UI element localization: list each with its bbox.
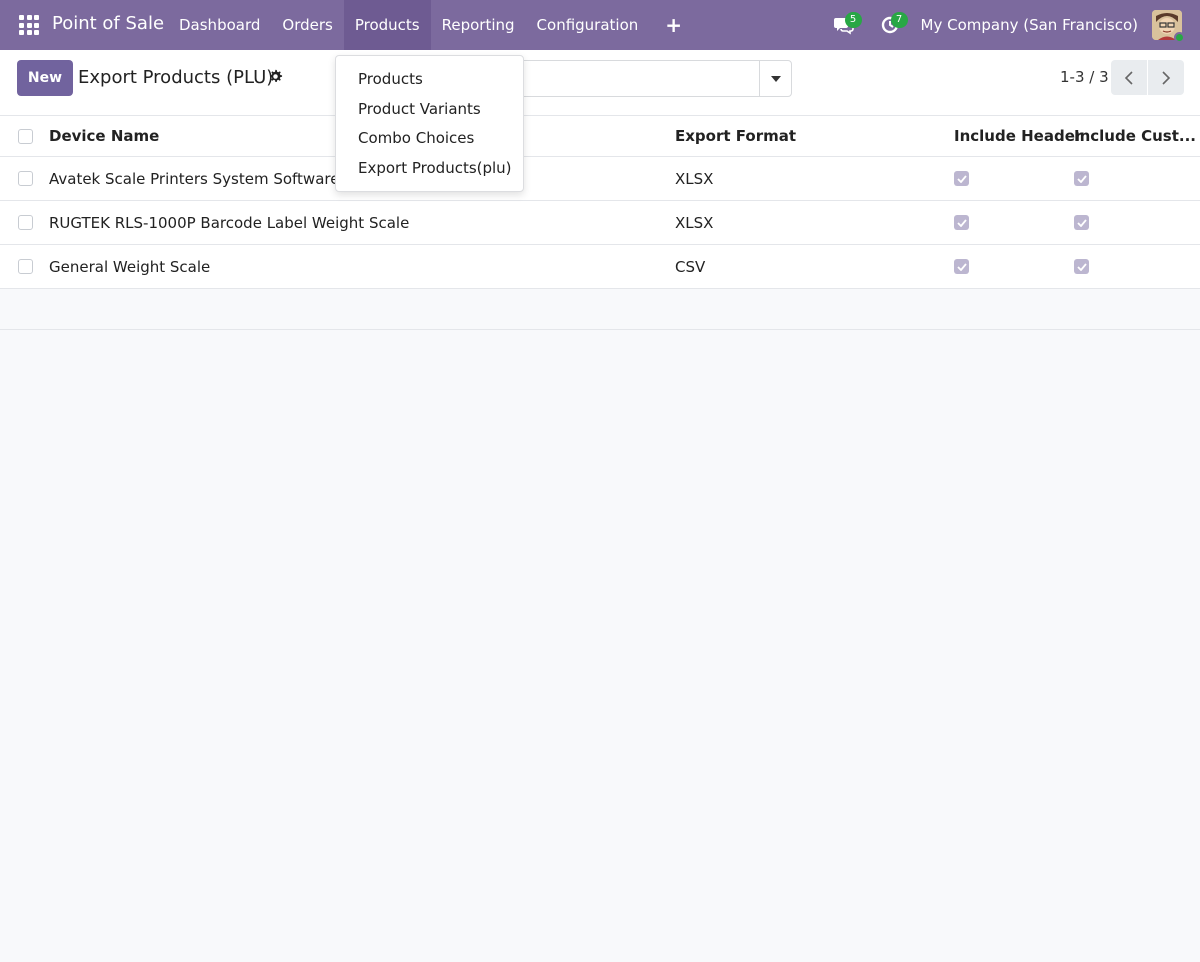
company-switcher[interactable]: My Company (San Francisco) bbox=[921, 16, 1138, 34]
main-menu: Dashboard Orders Products Reporting Conf… bbox=[168, 0, 696, 50]
checkmark-icon bbox=[1074, 171, 1089, 186]
include-custom-cell bbox=[1074, 157, 1089, 200]
checkmark-icon bbox=[1074, 259, 1089, 274]
activities-button[interactable]: 7 bbox=[875, 10, 908, 40]
include-header-cell bbox=[954, 201, 969, 244]
list-view: Device Name Export Format Include Header… bbox=[0, 116, 1200, 330]
dropdown-item-products[interactable]: Products bbox=[336, 64, 523, 94]
messages-badge: 5 bbox=[844, 12, 862, 28]
device-name-cell[interactable]: General Weight Scale bbox=[49, 245, 210, 288]
table-footer bbox=[0, 289, 1200, 330]
checkmark-icon bbox=[954, 215, 969, 230]
device-name-cell[interactable]: Avatek Scale Printers System Software bbox=[49, 157, 339, 200]
table-row[interactable]: RUGTEK RLS-1000P Barcode Label Weight Sc… bbox=[0, 201, 1200, 245]
checkmark-icon bbox=[1074, 215, 1089, 230]
column-include-custom[interactable]: Include Cust... bbox=[1074, 116, 1196, 156]
row-select-cell bbox=[18, 157, 33, 200]
app-brand[interactable]: Point of Sale bbox=[52, 13, 164, 34]
control-panel: New Export Products (PLU) 1-3 / 3 bbox=[0, 50, 1200, 116]
products-dropdown-menu: Products Product Variants Combo Choices … bbox=[335, 55, 524, 192]
table-row[interactable]: Avatek Scale Printers System Software XL… bbox=[0, 157, 1200, 201]
new-button[interactable]: New bbox=[17, 60, 73, 96]
export-format-cell[interactable]: CSV bbox=[675, 245, 705, 288]
top-navbar: Point of Sale Dashboard Orders Products … bbox=[0, 0, 1200, 50]
include-custom-cell bbox=[1074, 245, 1089, 288]
menu-configuration[interactable]: Configuration bbox=[526, 0, 650, 50]
app-grid-icon[interactable] bbox=[19, 15, 39, 35]
row-checkbox[interactable] bbox=[18, 215, 33, 230]
checkmark-icon bbox=[954, 171, 969, 186]
pager-previous-button[interactable] bbox=[1111, 60, 1147, 95]
dropdown-item-combo-choices[interactable]: Combo Choices bbox=[336, 123, 523, 153]
menu-products[interactable]: Products bbox=[343, 0, 431, 50]
column-device-name[interactable]: Device Name bbox=[49, 116, 159, 156]
caret-down-icon bbox=[770, 75, 781, 82]
row-checkbox[interactable] bbox=[18, 259, 33, 274]
export-format-cell[interactable]: XLSX bbox=[675, 201, 713, 244]
row-select-cell bbox=[18, 245, 33, 288]
pager-next-button[interactable] bbox=[1148, 60, 1184, 95]
search-options-toggle[interactable] bbox=[759, 61, 791, 96]
messages-button[interactable]: 5 bbox=[829, 10, 862, 40]
table-header: Device Name Export Format Include Header… bbox=[0, 116, 1200, 157]
column-include-header[interactable]: Include Header bbox=[954, 116, 1082, 156]
table-row[interactable]: General Weight Scale CSV bbox=[0, 245, 1200, 289]
select-all-checkbox[interactable] bbox=[18, 128, 33, 144]
menu-orders[interactable]: Orders bbox=[271, 0, 343, 50]
select-all-cell bbox=[18, 116, 33, 156]
export-format-cell[interactable]: XLSX bbox=[675, 157, 713, 200]
user-avatar[interactable] bbox=[1152, 10, 1185, 43]
device-name-cell[interactable]: RUGTEK RLS-1000P Barcode Label Weight Sc… bbox=[49, 201, 409, 244]
online-status-dot bbox=[1174, 32, 1185, 43]
column-export-format[interactable]: Export Format bbox=[675, 116, 796, 156]
include-custom-cell bbox=[1074, 201, 1089, 244]
dropdown-item-product-variants[interactable]: Product Variants bbox=[336, 94, 523, 124]
row-select-cell bbox=[18, 201, 33, 244]
dropdown-item-export-products-plu[interactable]: Export Products(plu) bbox=[336, 153, 523, 183]
menu-dashboard[interactable]: Dashboard bbox=[168, 0, 271, 50]
systray: 5 7 My Company (San Francisco) bbox=[829, 0, 1200, 50]
include-header-cell bbox=[954, 157, 969, 200]
checkmark-icon bbox=[954, 259, 969, 274]
plus-icon[interactable]: + bbox=[649, 0, 696, 50]
menu-reporting[interactable]: Reporting bbox=[431, 0, 526, 50]
chevron-right-icon bbox=[1162, 70, 1171, 85]
gear-icon[interactable] bbox=[268, 69, 283, 84]
page-title: Export Products (PLU) bbox=[78, 67, 274, 88]
activities-badge: 7 bbox=[890, 12, 908, 28]
row-checkbox[interactable] bbox=[18, 171, 33, 186]
include-header-cell bbox=[954, 245, 969, 288]
chevron-left-icon bbox=[1124, 70, 1133, 85]
pager-value[interactable]: 1-3 / 3 bbox=[1060, 68, 1109, 86]
